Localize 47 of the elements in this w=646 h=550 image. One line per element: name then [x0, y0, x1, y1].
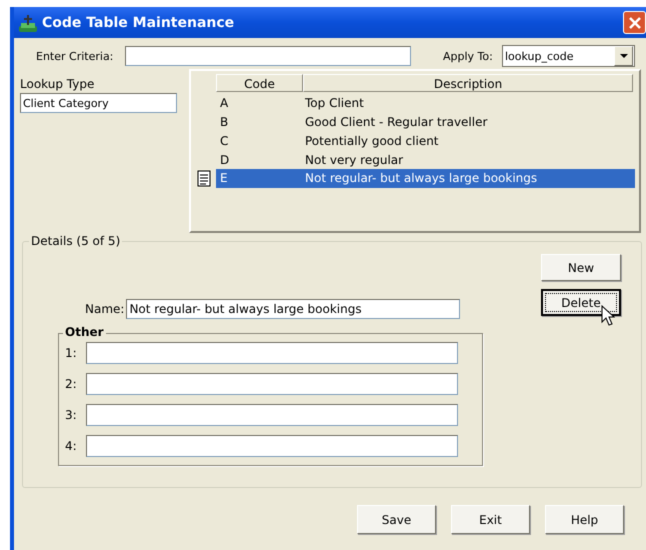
table-cell-text: B: [219, 114, 230, 128]
table-cell-text: Potentially good client: [304, 134, 440, 148]
lookup-type-label: Lookup Type: [20, 77, 96, 93]
input-field[interactable]: [86, 342, 458, 364]
column-header[interactable]: Code: [216, 74, 303, 92]
button[interactable]: Exit: [451, 505, 530, 534]
table-row[interactable]: D Not very regular: [191, 150, 639, 169]
dropdown-button[interactable]: [614, 46, 633, 66]
column-header[interactable]: Description: [303, 74, 633, 92]
criteria-field[interactable]: [125, 46, 411, 66]
table-cell-text: Top Client: [304, 96, 365, 110]
table-row[interactable]: A Top Client: [191, 93, 639, 112]
table-cell-text: A: [219, 96, 230, 110]
button[interactable]: Help: [545, 505, 624, 534]
criteria-label: Enter Criteria:: [36, 50, 114, 62]
caret-icon: [620, 54, 628, 58]
close-button[interactable]: [623, 11, 646, 34]
group-title: Other: [63, 325, 106, 339]
button[interactable]: New: [541, 254, 621, 281]
group-title: Details (5 of 5): [29, 234, 122, 248]
apply-to-dropdown[interactable]: lookup_code: [502, 45, 635, 67]
lookup-type-field[interactable]: Client Category: [20, 93, 177, 113]
table-row[interactable]: E Not regular- but always large bookings: [191, 169, 639, 188]
table-cell-text: Not very regular: [304, 152, 404, 166]
table-row[interactable]: C Potentially good client: [191, 131, 639, 150]
name-field[interactable]: Not regular- but always large bookings: [126, 299, 460, 319]
field-label: 1:: [65, 346, 78, 360]
table-cell-text: Good Client - Regular traveller: [304, 114, 488, 128]
input-field[interactable]: [86, 435, 458, 457]
apply-to-label: Apply To:: [443, 50, 494, 62]
table-cell: Not regular- but always large bookings: [303, 169, 635, 188]
table-cell-text: C: [219, 134, 230, 148]
document-icon: [196, 170, 212, 187]
close-icon: [626, 14, 642, 30]
mouse-pointer-icon: [601, 305, 615, 326]
field-label: 4:: [65, 439, 78, 453]
table-row[interactable]: B Good Client - Regular traveller: [191, 112, 639, 131]
input-field[interactable]: [86, 404, 458, 426]
window-title: Code Table Maintenance: [42, 14, 236, 30]
table-cell-text: D: [219, 152, 230, 166]
app-icon: [18, 12, 38, 32]
name-label: Name:: [85, 302, 124, 316]
table-cell: E: [216, 169, 303, 188]
input-field[interactable]: [86, 373, 458, 395]
field-label: 3:: [65, 408, 78, 422]
button[interactable]: Save: [357, 505, 436, 534]
field-label: 2:: [65, 377, 78, 391]
